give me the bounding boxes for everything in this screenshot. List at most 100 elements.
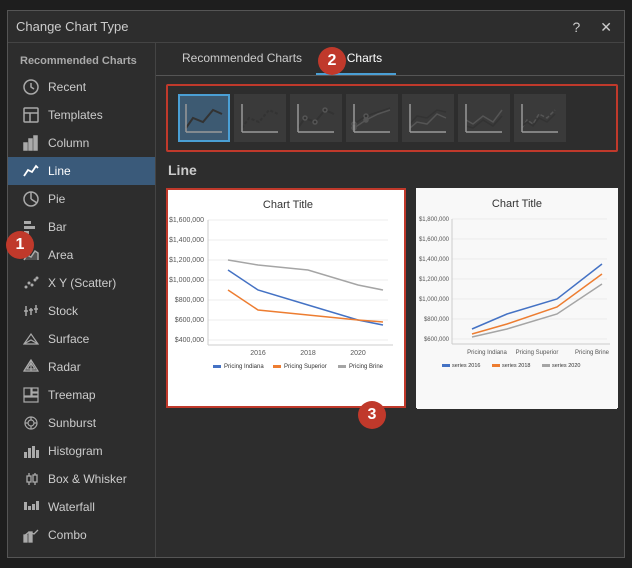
sidebar-item-xy[interactable]: X Y (Scatter) [8, 269, 155, 297]
svg-text:Chart Title: Chart Title [492, 198, 542, 210]
sidebar-item-combo[interactable]: Combo [8, 521, 155, 549]
sidebar-item-recent[interactable]: Recent [8, 73, 155, 101]
tab-recommended[interactable]: Recommended Charts [168, 43, 316, 75]
line-variant-4-button[interactable] [346, 94, 398, 142]
svg-text:Pricing Indiana: Pricing Indiana [467, 350, 507, 356]
section-title: Line [156, 160, 624, 184]
svg-text:Pricing Brine: Pricing Brine [349, 364, 384, 370]
help-button[interactable]: ? [568, 18, 584, 36]
line-variant-1-button[interactable] [178, 94, 230, 142]
titlebar: Change Chart Type ? ✕ [8, 11, 624, 43]
change-chart-type-dialog: Change Chart Type ? ✕ 1 2 3 Recommended … [7, 10, 625, 558]
svg-text:series 2016: series 2016 [452, 363, 480, 369]
callout-2: 2 [318, 47, 346, 75]
sidebar-item-surface[interactable]: Surface [8, 325, 155, 353]
sidebar-item-label-recent: Recent [48, 80, 86, 94]
stock-icon [22, 302, 40, 320]
sidebar-item-label-combo: Combo [48, 528, 87, 542]
sidebar-item-column[interactable]: Column [8, 129, 155, 157]
svg-text:$400,000: $400,000 [175, 337, 204, 344]
svg-text:$1,000,000: $1,000,000 [169, 277, 204, 284]
sidebar-item-label-radar: Radar [48, 360, 81, 374]
recent-icon [22, 78, 40, 96]
svg-text:2016: 2016 [250, 350, 266, 357]
sidebar-item-label-stock: Stock [48, 304, 78, 318]
svg-text:$1,800,000: $1,800,000 [419, 217, 450, 223]
sidebar-item-label-area: Area [48, 248, 73, 262]
sidebar-item-label-surface: Surface [48, 332, 89, 346]
primary-chart-svg: Chart Title $1,600,000 [168, 190, 406, 408]
svg-text:series 2020: series 2020 [552, 363, 580, 369]
chart-type-strip [166, 84, 618, 152]
treemap-icon [22, 386, 40, 404]
sidebar-item-templates[interactable]: Templates [8, 101, 155, 129]
box-whisker-icon [22, 470, 40, 488]
sidebar-item-histogram[interactable]: Histogram [8, 437, 155, 465]
sidebar-item-treemap[interactable]: Treemap [8, 381, 155, 409]
secondary-chart-preview[interactable]: Chart Title $1,800,000 [416, 188, 618, 408]
preview-area: Chart Title $1,600,000 [156, 184, 624, 557]
sidebar-item-label-treemap: Treemap [48, 388, 96, 402]
line-variant-6-button[interactable] [458, 94, 510, 142]
sidebar-item-sunburst[interactable]: Sunburst [8, 409, 155, 437]
sidebar-item-label-sunburst: Sunburst [48, 416, 96, 430]
sidebar-item-stock[interactable]: Stock [8, 297, 155, 325]
sidebar-item-label-pie: Pie [48, 192, 65, 206]
surface-icon [22, 330, 40, 348]
svg-text:$600,000: $600,000 [424, 337, 450, 343]
svg-text:series 2018: series 2018 [502, 363, 530, 369]
svg-text:$1,200,000: $1,200,000 [419, 277, 450, 283]
templates-icon [22, 106, 40, 124]
line-variant-5-button[interactable] [402, 94, 454, 142]
sidebar: Recommended Charts Recent [8, 43, 156, 557]
svg-text:$1,200,000: $1,200,000 [169, 257, 204, 264]
primary-chart-preview[interactable]: Chart Title $1,600,000 [166, 188, 406, 408]
dialog-title: Change Chart Type [16, 19, 129, 34]
line-variant-7-button[interactable] [514, 94, 566, 142]
sidebar-item-label-xy: X Y (Scatter) [48, 276, 116, 290]
combo-icon [22, 526, 40, 544]
svg-text:Pricing Superior: Pricing Superior [284, 364, 327, 370]
sidebar-item-box[interactable]: Box & Whisker [8, 465, 155, 493]
sidebar-item-radar[interactable]: Radar [8, 353, 155, 381]
svg-text:$1,400,000: $1,400,000 [169, 237, 204, 244]
line-icon [22, 162, 40, 180]
content-panel: Recommended Charts All Charts [156, 43, 624, 557]
sidebar-item-line[interactable]: Line [8, 157, 155, 185]
svg-text:$1,600,000: $1,600,000 [419, 237, 450, 243]
line-variant-2-button[interactable] [234, 94, 286, 142]
sidebar-section-header: Recommended Charts [8, 51, 155, 73]
callout-3: 3 [358, 401, 386, 429]
sidebar-item-label-histogram: Histogram [48, 444, 103, 458]
sunburst-icon [22, 414, 40, 432]
histogram-icon [22, 442, 40, 460]
svg-text:$600,000: $600,000 [175, 317, 204, 324]
svg-text:$1,000,000: $1,000,000 [419, 297, 450, 303]
radar-icon [22, 358, 40, 376]
svg-text:$800,000: $800,000 [175, 297, 204, 304]
waterfall-icon [22, 498, 40, 516]
svg-text:Pricing Superior: Pricing Superior [516, 350, 559, 356]
svg-text:Pricing Brine: Pricing Brine [575, 350, 610, 356]
tabs: Recommended Charts All Charts [156, 43, 624, 76]
line-variant-3-button[interactable] [290, 94, 342, 142]
secondary-chart-svg: Chart Title $1,800,000 [417, 189, 617, 409]
callout-1: 1 [6, 231, 34, 259]
svg-text:$800,000: $800,000 [424, 317, 450, 323]
sidebar-item-label-templates: Templates [48, 108, 103, 122]
pie-icon [22, 190, 40, 208]
svg-text:Chart Title: Chart Title [263, 199, 313, 211]
sidebar-item-waterfall[interactable]: Waterfall [8, 493, 155, 521]
svg-text:Pricing Indiana: Pricing Indiana [224, 364, 264, 370]
sidebar-item-pie[interactable]: Pie [8, 185, 155, 213]
titlebar-buttons: ? ✕ [568, 18, 616, 36]
sidebar-item-label-line: Line [48, 164, 71, 178]
sidebar-item-label-waterfall: Waterfall [48, 500, 95, 514]
sidebar-item-label-column: Column [48, 136, 89, 150]
dialog-body: Recommended Charts Recent [8, 43, 624, 557]
close-button[interactable]: ✕ [596, 18, 616, 36]
svg-text:$1,600,000: $1,600,000 [169, 217, 204, 224]
sidebar-item-label-box: Box & Whisker [48, 472, 127, 486]
svg-text:2020: 2020 [350, 350, 366, 357]
svg-text:2018: 2018 [300, 350, 316, 357]
